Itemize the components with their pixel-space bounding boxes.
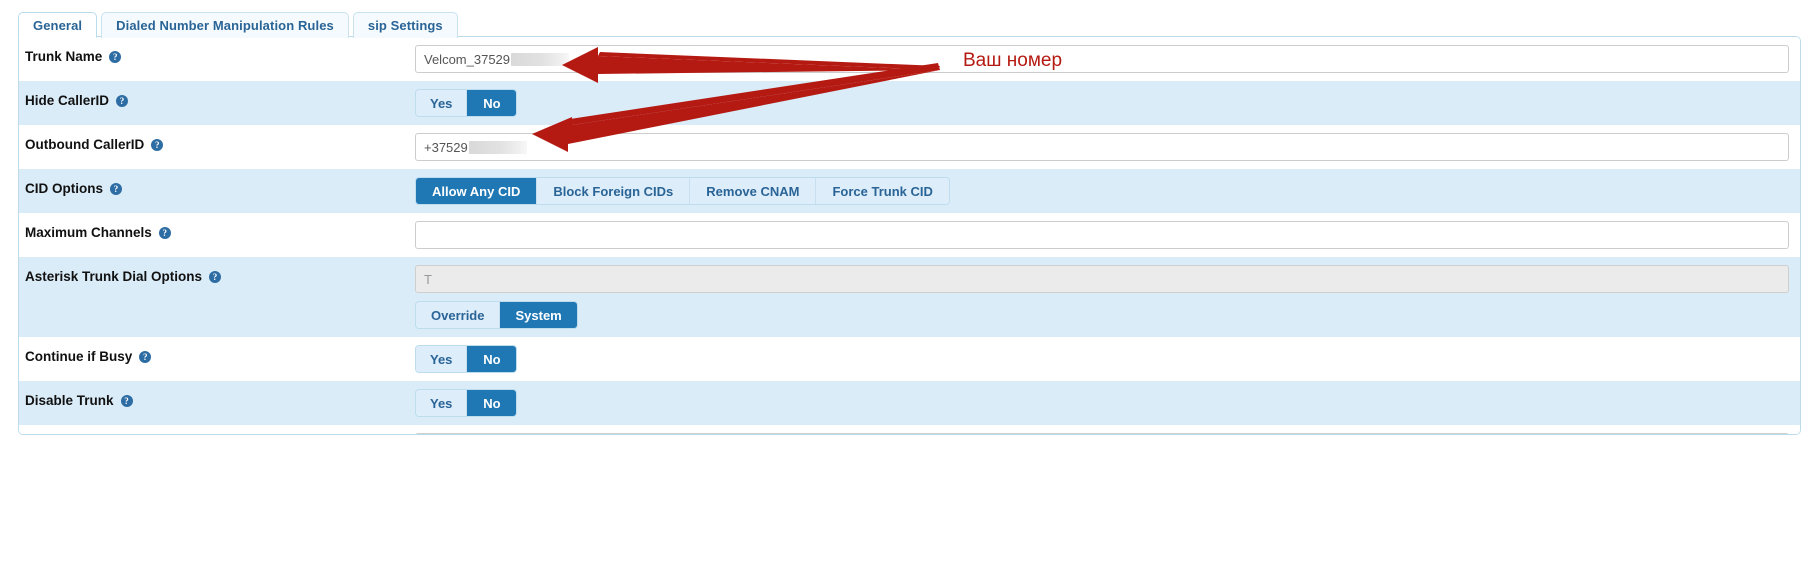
disable-trunk-no-button[interactable]: No bbox=[467, 390, 517, 416]
trunk-name-label-cell: Trunk Name ? bbox=[19, 37, 415, 74]
help-icon[interactable]: ? bbox=[120, 394, 133, 407]
disable-trunk-yes-button[interactable]: Yes bbox=[416, 390, 468, 416]
hide-callerid-yes-button[interactable]: Yes bbox=[416, 90, 468, 116]
monitor-trunk-failures-input[interactable] bbox=[415, 433, 1789, 434]
outbound-callerid-value: +37529 bbox=[424, 139, 468, 155]
row-outbound-callerid: Outbound CallerID ? +37529 bbox=[19, 125, 1800, 169]
row-cid-options: CID Options ? Allow Any CID Block Foreig… bbox=[19, 169, 1800, 213]
outbound-callerid-label: Outbound CallerID bbox=[25, 137, 145, 152]
cid-options-control: Allow Any CID Block Foreign CIDs Remove … bbox=[415, 169, 1800, 213]
hide-callerid-no-button[interactable]: No bbox=[467, 90, 517, 116]
disable-trunk-label: Disable Trunk bbox=[25, 393, 114, 408]
row-trunk-name: Trunk Name ? Velcom_37529 bbox=[19, 37, 1800, 81]
continue-if-busy-control: Yes No bbox=[415, 337, 1800, 381]
continue-if-busy-no-button[interactable]: No bbox=[467, 346, 517, 372]
disable-trunk-label-cell: Disable Trunk ? bbox=[19, 381, 415, 418]
row-disable-trunk: Disable Trunk ? Yes No bbox=[19, 381, 1800, 425]
continue-if-busy-yes-button[interactable]: Yes bbox=[416, 346, 468, 372]
continue-if-busy-toggle: Yes No bbox=[415, 345, 518, 373]
asterisk-trunk-dial-options-control: T Override System bbox=[415, 257, 1800, 337]
asterisk-trunk-dial-options-value: T bbox=[424, 271, 432, 287]
help-icon[interactable]: ? bbox=[109, 50, 122, 63]
tab-sip-settings[interactable]: sip Settings bbox=[352, 12, 458, 38]
cid-options-label-cell: CID Options ? bbox=[19, 169, 415, 206]
trunk-name-control: Velcom_37529 bbox=[415, 37, 1800, 81]
cid-option-block-foreign-cids-button[interactable]: Block Foreign CIDs bbox=[537, 178, 691, 204]
help-icon[interactable]: ? bbox=[110, 182, 122, 195]
trunk-name-label: Trunk Name bbox=[25, 49, 103, 64]
row-continue-if-busy: Continue if Busy ? Yes No bbox=[19, 337, 1800, 381]
tab-dialed-number-manipulation-rules-label: Dialed Number Manipulation Rules bbox=[116, 18, 334, 33]
asterisk-trunk-dial-options-toggle: Override System bbox=[415, 301, 578, 329]
trunk-name-input[interactable]: Velcom_37529 bbox=[415, 45, 1789, 73]
help-icon[interactable]: ? bbox=[209, 270, 222, 283]
tab-general-label: General bbox=[33, 17, 83, 33]
cid-options-label: CID Options bbox=[25, 181, 103, 196]
asterisk-trunk-dial-options-label: Asterisk Trunk Dial Options bbox=[25, 269, 203, 284]
trunk-settings-page: General Dialed Number Manipulation Rules… bbox=[0, 0, 1819, 566]
general-settings-panel: Trunk Name ? Velcom_37529 Hide CallerID … bbox=[18, 36, 1801, 435]
row-maximum-channels: Maximum Channels ? bbox=[19, 213, 1800, 257]
help-icon[interactable]: ? bbox=[116, 94, 129, 107]
tab-dialed-number-manipulation-rules[interactable]: Dialed Number Manipulation Rules bbox=[101, 12, 349, 38]
asterisk-trunk-dial-options-input[interactable]: T bbox=[415, 265, 1789, 293]
continue-if-busy-label-cell: Continue if Busy ? bbox=[19, 337, 415, 374]
tab-bar: General Dialed Number Manipulation Rules… bbox=[18, 11, 458, 38]
outbound-callerid-control: +37529 bbox=[415, 125, 1800, 169]
outbound-callerid-input[interactable]: +37529 bbox=[415, 133, 1789, 161]
redaction-block bbox=[511, 52, 570, 66]
asterisk-dial-system-button[interactable]: System bbox=[500, 302, 577, 328]
cid-options-button-group: Allow Any CID Block Foreign CIDs Remove … bbox=[415, 177, 950, 205]
hide-callerid-control: Yes No bbox=[415, 81, 1800, 125]
hide-callerid-label: Hide CallerID bbox=[25, 93, 110, 108]
disable-trunk-control: Yes No bbox=[415, 381, 1800, 425]
tab-sip-settings-label: sip Settings bbox=[367, 18, 443, 33]
hide-callerid-label-cell: Hide CallerID ? bbox=[19, 81, 415, 118]
row-monitor-trunk-failures: Monitor Trunk Failures ? Yes No bbox=[19, 425, 1800, 434]
disable-trunk-toggle: Yes No bbox=[415, 389, 518, 417]
help-icon[interactable]: ? bbox=[151, 138, 164, 151]
outbound-callerid-label-cell: Outbound CallerID ? bbox=[19, 125, 415, 162]
cid-option-force-trunk-cid-button[interactable]: Force Trunk CID bbox=[816, 178, 949, 204]
trunk-name-value: Velcom_37529 bbox=[424, 51, 511, 67]
cid-option-remove-cnam-button[interactable]: Remove CNAM bbox=[690, 178, 817, 204]
help-icon[interactable]: ? bbox=[158, 226, 171, 239]
redaction-block bbox=[468, 140, 527, 154]
continue-if-busy-label: Continue if Busy bbox=[25, 349, 133, 364]
hide-callerid-toggle: Yes No bbox=[415, 89, 518, 117]
asterisk-trunk-dial-options-label-cell: Asterisk Trunk Dial Options ? bbox=[19, 257, 415, 294]
asterisk-dial-override-button[interactable]: Override bbox=[416, 302, 501, 328]
tab-general[interactable]: General bbox=[18, 12, 98, 38]
maximum-channels-input[interactable] bbox=[415, 221, 1789, 249]
cid-option-allow-any-cid-button[interactable]: Allow Any CID bbox=[416, 178, 538, 204]
monitor-trunk-failures-control: Yes No bbox=[415, 425, 1800, 434]
maximum-channels-label: Maximum Channels bbox=[25, 225, 152, 240]
maximum-channels-control bbox=[415, 213, 1800, 257]
row-hide-callerid: Hide CallerID ? Yes No bbox=[19, 81, 1800, 125]
help-icon[interactable]: ? bbox=[139, 350, 152, 363]
row-asterisk-trunk-dial-options: Asterisk Trunk Dial Options ? T Override… bbox=[19, 257, 1800, 337]
maximum-channels-label-cell: Maximum Channels ? bbox=[19, 213, 415, 250]
monitor-trunk-failures-label-cell: Monitor Trunk Failures ? bbox=[19, 425, 415, 434]
